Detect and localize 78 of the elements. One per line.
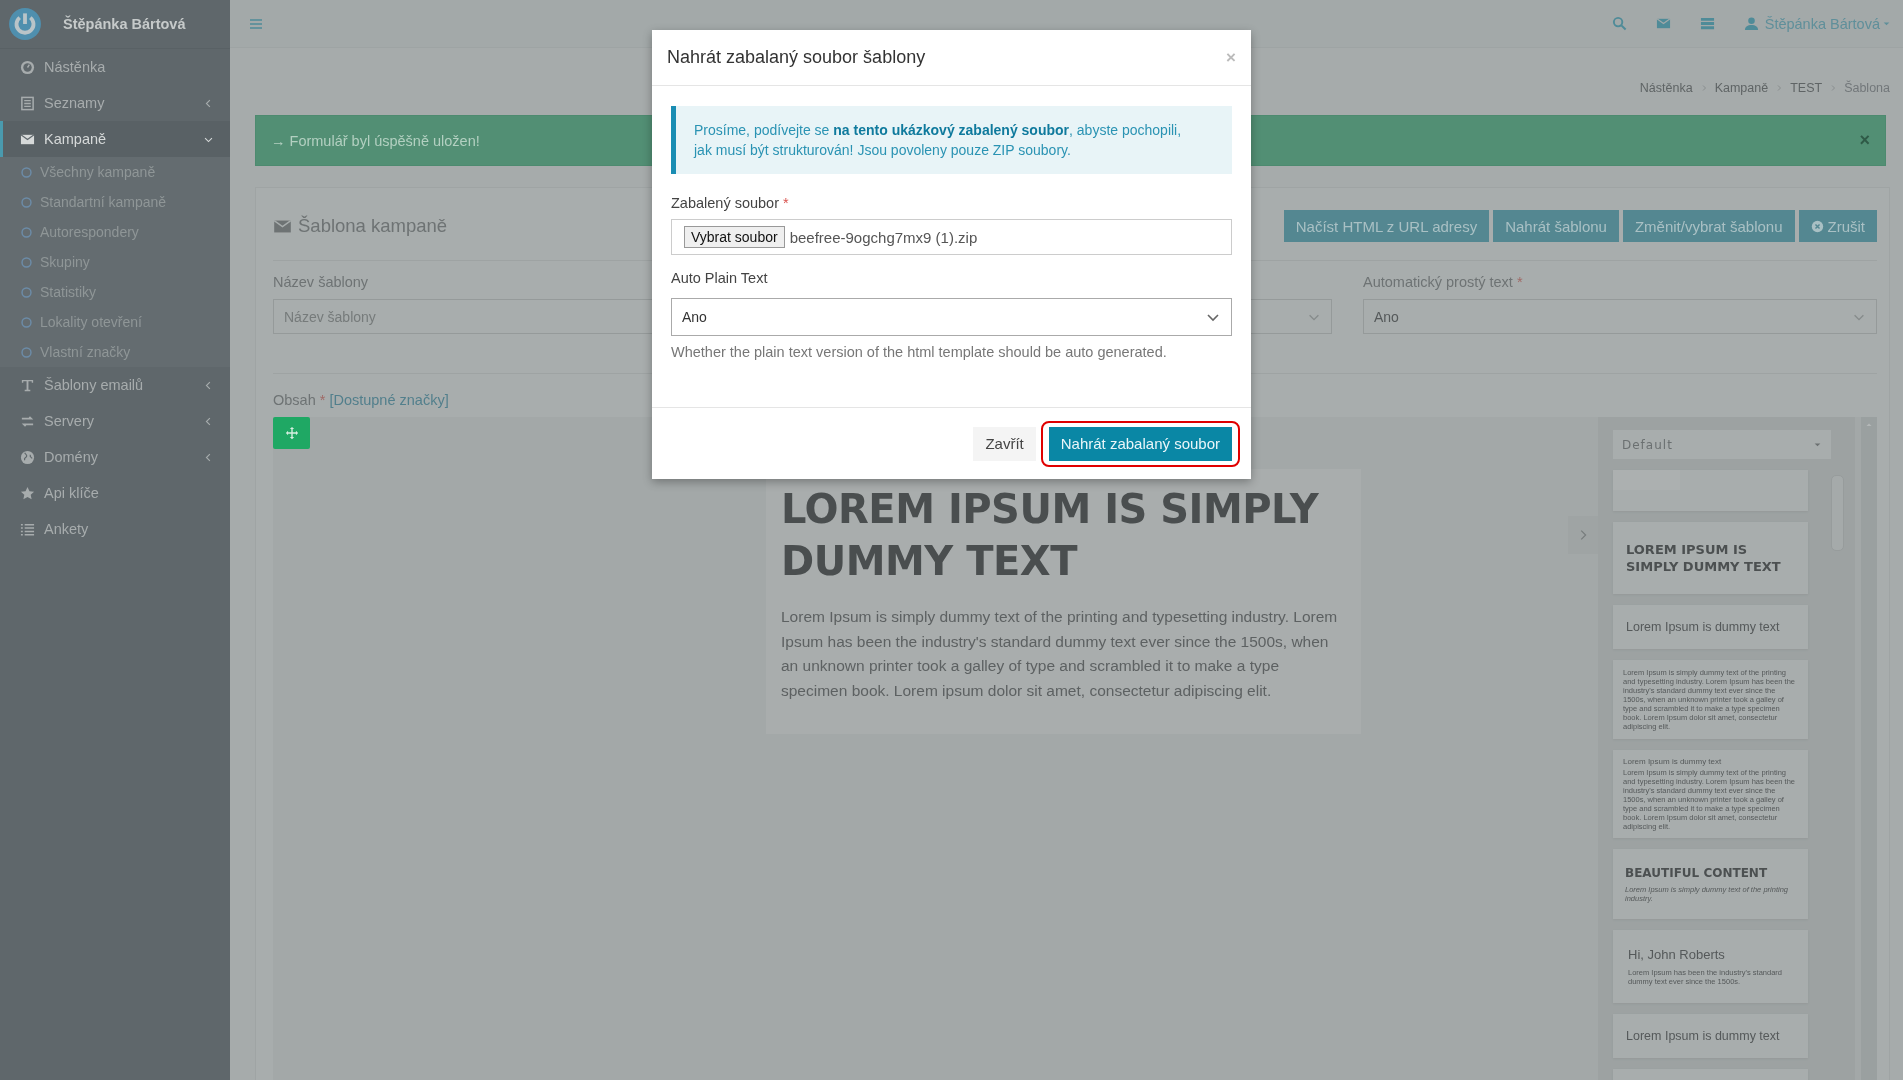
field-label: Automatický prostý text — [1363, 274, 1513, 290]
close-button[interactable]: × — [1859, 130, 1870, 151]
sidebar-item[interactable]: Šablony emailů — [0, 367, 230, 403]
circle-icon — [20, 255, 33, 269]
toolbar-button[interactable]: Nahrát šablonu — [1493, 210, 1619, 242]
toolbar-button[interactable]: Změnit/vybrat šablonu — [1622, 210, 1795, 242]
help-text: Whether the plain text version of the html template should be auto generated. — [671, 344, 1168, 360]
file-input[interactable]: Vybrat soubor beefree-9ogchg7mx9 (1).zip — [671, 219, 1232, 255]
circle-icon — [20, 285, 33, 299]
content-block[interactable]: Lorem Ipsum is dummy text — [1613, 605, 1808, 649]
scroll-up-icon[interactable] — [1865, 421, 1873, 429]
circle-icon — [20, 165, 33, 179]
globe-icon — [20, 449, 35, 465]
cancel-button[interactable]: Zrušit — [1798, 210, 1877, 242]
block-title: LOREM IPSUM IS SIMPLY DUMMY TEXT — [1626, 541, 1782, 575]
logo-icon — [8, 7, 42, 41]
block-title: Lorem Ipsum is dummy text — [1626, 1029, 1781, 1043]
block-title: BEAUTIFUL CONTENT — [1625, 865, 1769, 882]
gauge-icon — [20, 59, 35, 75]
envelope-icon — [20, 131, 35, 147]
choose-file-button[interactable]: Vybrat soubor — [684, 226, 785, 248]
circle-icon — [20, 195, 33, 209]
info-message: Prosíme, podívejte se na tento ukázkový zabalený soubor, abyste pochopili, jak musí být strukturován! Jsou povoleny pouze ZIP soubory. — [671, 106, 1232, 174]
sidebar-item[interactable]: Kampaně — [0, 121, 230, 157]
circle-icon — [20, 315, 33, 329]
search-icon[interactable] — [1611, 16, 1627, 31]
user-icon — [1743, 16, 1759, 31]
sidebar-item[interactable]: Nástěnka — [0, 49, 230, 85]
required-mark: * — [783, 195, 789, 213]
card-title: Šablona kampaně — [298, 215, 448, 237]
move-icon — [284, 426, 299, 440]
tasks-icon[interactable] — [1699, 16, 1715, 31]
text-icon — [20, 377, 35, 393]
field-label: Obsah — [273, 392, 316, 410]
file-name: beefree-9ogchg7mx9 (1).zip — [789, 228, 978, 246]
sidebar-item[interactable]: Servery — [0, 403, 230, 439]
field-label: Název šablony — [273, 274, 369, 290]
sidebar-item[interactable]: Domény — [0, 439, 230, 475]
panel-toggle[interactable] — [1568, 516, 1598, 554]
toolbar-button[interactable]: Načíst HTML z URL adresy — [1283, 210, 1490, 242]
upload-button[interactable]: Nahrát zabalaný soubor — [1048, 426, 1232, 461]
sidebar-item[interactable]: Ankety — [0, 511, 230, 547]
star-icon — [20, 485, 35, 501]
list-icon — [20, 521, 35, 537]
required-mark: * — [319, 392, 326, 410]
block-title: Lorem Ipsum is dummy text — [1623, 757, 1723, 766]
close-button[interactable]: × — [1226, 47, 1236, 68]
style-dropdown[interactable]: Default — [1613, 430, 1831, 459]
breadcrumb-link[interactable]: Kampaně — [1714, 81, 1769, 95]
content-block[interactable]: LOREM IPSUM IS SIMPLY DUMMY TEXT — [1613, 522, 1808, 594]
user-name: Štěpánka Bártová — [63, 16, 186, 32]
user-menu[interactable]: Štěpánka Bártová — [1743, 15, 1891, 32]
modal-title: Nahrát zabalaný soubor šablony — [667, 47, 927, 68]
move-button[interactable] — [273, 417, 310, 449]
circle-icon — [20, 345, 33, 359]
select-field[interactable]: Ano — [1363, 299, 1877, 334]
required-mark: * — [1516, 274, 1523, 290]
content-block[interactable]: Lorem Ipsum is dummy text — [1613, 1014, 1808, 1058]
caret-icon — [1813, 440, 1822, 449]
field-label: Zabalený soubor — [671, 195, 779, 213]
field-label: Auto Plain Text — [671, 270, 768, 288]
caret-icon — [1882, 19, 1891, 28]
sidebar-item[interactable]: Api klíče — [0, 475, 230, 511]
cancel-icon — [1810, 219, 1824, 233]
block-title: Lorem Ipsum is dummy text — [1626, 620, 1781, 634]
envelope-icon[interactable] — [1655, 16, 1671, 31]
circle-icon — [20, 225, 33, 239]
tags-link[interactable]: [Dostupné značky] — [329, 392, 449, 412]
list-icon — [20, 95, 35, 111]
alert-message: → Formulář byl úspěšně uložen! — [271, 132, 480, 149]
sidebar-item[interactable]: Seznamy — [0, 85, 230, 121]
template-paragraph: Lorem Ipsum is simply dummy text of the printing and typesetting industry. Lorem Ipsum has been the industry's standard dummy text ever since the 1500s, when an unknown printer took a galley of type and scrambled it to make a type specimen book. Lorem ipsum dolor sit amet, consectetur adipiscing elit. — [781, 607, 1339, 701]
block-title: Hi, John Roberts — [1628, 947, 1726, 962]
template-heading: LOREM IPSUM IS SIMPLY DUMMY TEXT — [781, 485, 1320, 586]
breadcrumb-link[interactable]: TEST — [1790, 81, 1823, 95]
select-field[interactable]: Ano — [671, 298, 1232, 336]
breadcrumb-link[interactable]: Nástěnka — [1639, 81, 1693, 95]
close-button[interactable]: Zavřít — [973, 426, 1036, 461]
